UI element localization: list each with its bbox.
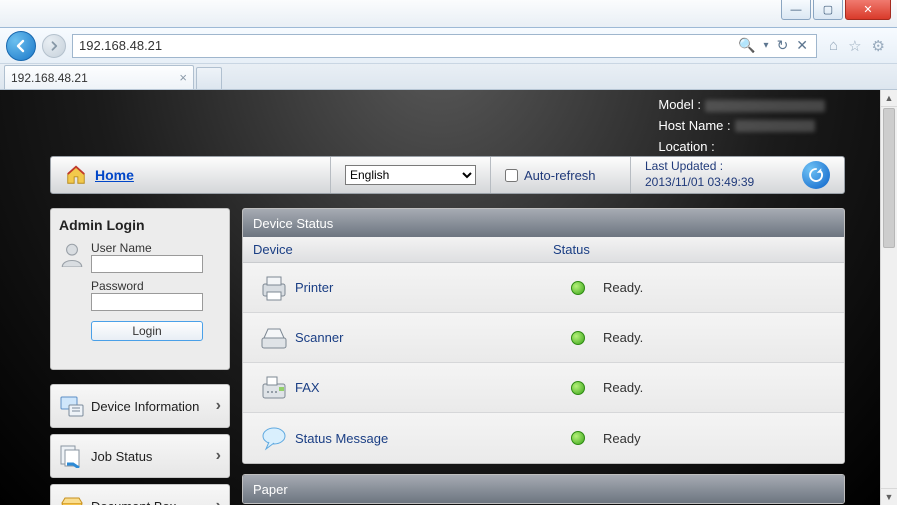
fax-icon [259, 374, 289, 402]
device-name: Printer [295, 280, 553, 295]
scanner-icon [259, 324, 289, 352]
username-label: User Name [91, 241, 221, 255]
tab-close-icon[interactable]: × [179, 70, 187, 85]
address-bar: 🔍 ▾ ↻ ✕ [72, 34, 817, 58]
status-message-icon [259, 424, 289, 452]
address-input[interactable] [73, 35, 730, 57]
sidebar-item-label: Document Box [91, 499, 176, 505]
page-refresh-button[interactable] [802, 161, 830, 189]
device-name: FAX [295, 380, 553, 395]
login-button[interactable]: Login [91, 321, 203, 341]
home-icon [65, 164, 87, 186]
username-input[interactable] [91, 255, 203, 273]
paper-heading: Paper [243, 475, 844, 503]
device-status-text: Ready. [603, 380, 643, 395]
tab-title: 192.168.48.21 [11, 71, 88, 85]
favorites-icon[interactable]: ☆ [848, 37, 861, 55]
password-label: Password [91, 279, 221, 293]
chevron-right-icon: › [216, 447, 221, 465]
chevron-right-icon: › [216, 497, 221, 505]
table-row: Status Message Ready [243, 413, 844, 463]
arrow-right-icon [48, 40, 60, 52]
browser-tab[interactable]: 192.168.48.21 × [4, 65, 194, 89]
status-indicator-green [571, 281, 585, 295]
hostname-value-redacted [735, 120, 815, 132]
password-input[interactable] [91, 293, 203, 311]
address-controls: 🔍 ▾ ↻ ✕ [730, 37, 816, 54]
status-indicator-green [571, 431, 585, 445]
status-indicator-green [571, 331, 585, 345]
last-updated-value: 2013/11/01 03:49:39 [645, 175, 754, 191]
window-maximize-button[interactable]: ▢ [813, 0, 843, 20]
device-status-text: Ready. [603, 280, 643, 295]
printer-icon [259, 274, 289, 302]
job-status-icon [59, 444, 85, 468]
browser-refresh-button[interactable]: ↻ [777, 37, 789, 54]
window-titlebar: — ▢ ✕ [0, 0, 897, 28]
page-viewport: Model : Host Name : Location : Home Engl… [0, 90, 897, 505]
scroll-up-button[interactable]: ▲ [881, 90, 897, 107]
home-link[interactable]: Home [95, 167, 134, 183]
device-name: Scanner [295, 330, 553, 345]
chevron-right-icon: › [216, 397, 221, 415]
col-device-header: Device [253, 242, 553, 257]
back-button[interactable] [6, 31, 36, 61]
language-select[interactable]: English [345, 165, 476, 185]
paper-panel: Paper [242, 474, 845, 504]
sidebar-item-device-information[interactable]: Device Information › [50, 384, 230, 428]
auto-refresh-checkbox[interactable] [505, 169, 518, 182]
device-header-info: Model : Host Name : Location : [658, 95, 825, 157]
left-panel: Admin Login User Name Password Login [50, 208, 230, 505]
admin-login-title: Admin Login [59, 217, 221, 233]
scroll-down-button[interactable]: ▼ [881, 488, 897, 505]
device-name: Status Message [295, 431, 553, 446]
window-minimize-button[interactable]: — [781, 0, 811, 20]
last-updated-label: Last Updated : [645, 159, 754, 175]
window-close-button[interactable]: ✕ [845, 0, 891, 20]
browser-stop-button[interactable]: ✕ [796, 37, 808, 54]
device-info-icon [59, 394, 85, 418]
table-row: Scanner Ready. [243, 313, 844, 363]
location-label: Location : [658, 139, 714, 154]
auto-refresh-label: Auto-refresh [524, 168, 596, 183]
dropdown-icon[interactable]: ▾ [764, 40, 769, 51]
device-status-panel: Device Status Device Status [242, 208, 845, 464]
browser-nav-bar: 🔍 ▾ ↻ ✕ ⌂ ☆ ⚙ [0, 28, 897, 64]
model-label: Model : [658, 97, 701, 112]
arrow-left-icon [13, 38, 29, 54]
admin-login-box: Admin Login User Name Password Login [50, 208, 230, 370]
sidebar-item-label: Job Status [91, 449, 152, 464]
table-row: FAX Ready. [243, 363, 844, 413]
refresh-icon [807, 166, 825, 184]
device-status-table-header: Device Status [243, 237, 844, 263]
col-status-header: Status [553, 242, 590, 257]
sidebar-item-document-box[interactable]: Document Box › [50, 484, 230, 505]
user-icon [59, 241, 85, 267]
search-icon[interactable]: 🔍 [738, 37, 755, 54]
browser-home-icon[interactable]: ⌂ [829, 37, 838, 55]
model-value-redacted [705, 100, 825, 112]
sidebar-item-job-status[interactable]: Job Status › [50, 434, 230, 478]
device-status-heading: Device Status [243, 209, 844, 237]
new-tab-button[interactable] [196, 67, 222, 89]
document-box-icon [59, 494, 85, 505]
status-indicator-green [571, 381, 585, 395]
scroll-thumb[interactable] [883, 108, 895, 248]
sidebar-item-label: Device Information [91, 399, 199, 414]
page-topbar: Home English Auto-refresh Last Updated :… [50, 156, 845, 194]
tab-strip: 192.168.48.21 × [0, 64, 897, 90]
table-row: Printer Ready. [243, 263, 844, 313]
vertical-scrollbar[interactable]: ▲ ▼ [880, 90, 897, 505]
forward-button[interactable] [42, 34, 66, 58]
main-panel: Device Status Device Status [242, 208, 845, 505]
device-status-text: Ready [603, 431, 641, 446]
hostname-label: Host Name : [658, 118, 730, 133]
device-status-text: Ready. [603, 330, 643, 345]
tools-gear-icon[interactable]: ⚙ [872, 37, 885, 55]
